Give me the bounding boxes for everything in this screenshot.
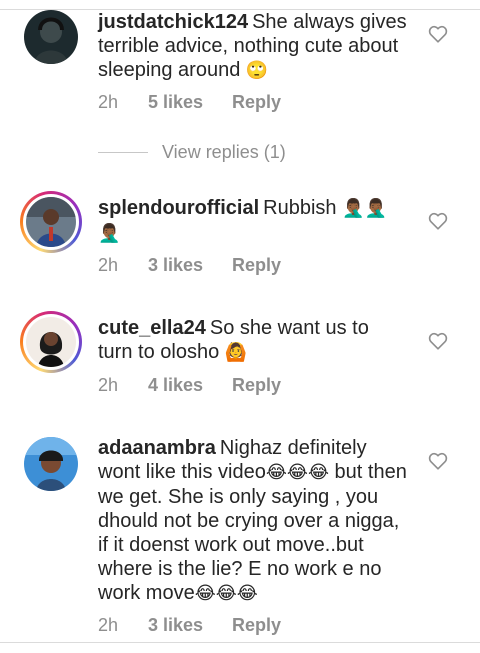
comment-time: 2h [98, 255, 119, 275]
comment-meta: 2h 3 likes Reply [98, 615, 281, 636]
reply-button[interactable]: Reply [232, 92, 281, 113]
comment-username[interactable]: adaanambra [98, 437, 216, 459]
view-replies-label: View replies (1) [162, 142, 286, 162]
comment-meta: 2h 3 likes Reply [98, 255, 281, 276]
comment-time: 2h [98, 375, 119, 395]
emoji: 🙆 [224, 342, 248, 363]
comment-username[interactable]: justdatchick124 [98, 11, 248, 33]
comment-meta: 2h 5 likes Reply [98, 92, 281, 113]
comment-text: adaanambra Nighaz definitely wont like th… [98, 436, 408, 606]
comment-time: 2h [98, 92, 119, 112]
heart-outline-icon[interactable] [428, 212, 448, 230]
avatar[interactable] [20, 311, 82, 373]
avatar[interactable] [20, 191, 82, 253]
likes-count[interactable]: 3 likes [148, 255, 232, 276]
likes-count[interactable]: 4 likes [148, 375, 232, 396]
comment-time: 2h [98, 615, 119, 635]
emoji: 😂😂😂 [194, 583, 258, 604]
reply-button[interactable]: Reply [232, 375, 281, 396]
likes-count[interactable]: 3 likes [148, 615, 232, 636]
heart-outline-icon[interactable] [428, 452, 448, 470]
comment-meta: 2h 4 likes Reply [98, 375, 281, 396]
bottom-divider [0, 642, 480, 643]
comment-username[interactable]: splendourofficial [98, 197, 259, 219]
heart-outline-icon[interactable] [428, 332, 448, 350]
comment-text: cute_ella24 So she want us to turn to olo… [98, 316, 408, 365]
comment-message: Rubbish [263, 197, 337, 219]
comment-username[interactable]: cute_ella24 [98, 317, 206, 339]
view-replies-button[interactable]: View replies (1) [98, 142, 286, 163]
reply-button[interactable]: Reply [232, 255, 281, 276]
reply-button[interactable]: Reply [232, 615, 281, 636]
likes-count[interactable]: 5 likes [148, 92, 232, 113]
divider [98, 152, 148, 153]
emoji: 🙄 [245, 60, 269, 81]
comment-text: splendourofficial Rubbish 🤦🏾‍♂️🤦🏾‍♂️🤦🏾‍♂️ [98, 196, 408, 246]
comment-text: justdatchick124 She always gives terrible… [98, 10, 408, 83]
heart-outline-icon[interactable] [428, 25, 448, 43]
avatar[interactable] [24, 437, 78, 491]
avatar[interactable] [24, 10, 78, 64]
emoji: 😂😂😂 [265, 462, 329, 483]
